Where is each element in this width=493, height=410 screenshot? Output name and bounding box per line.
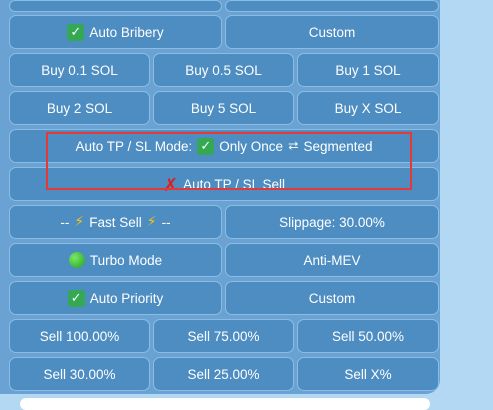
slippage-button[interactable]: Slippage: 30.00% (225, 205, 439, 239)
buy-0-5-sol-label: Buy 0.5 SOL (185, 62, 262, 78)
buy-x-sol-label: Buy X SOL (334, 100, 402, 116)
turbo-mode-label: Turbo Mode (89, 252, 163, 268)
fast-sell-button[interactable]: -- ⚡ Fast Sell ⚡ -- (9, 205, 222, 239)
buy-0-5-sol-button[interactable]: Buy 0.5 SOL (153, 53, 294, 87)
auto-bribery-label: Auto Bribery (89, 24, 164, 40)
sell-x-label: Sell X% (344, 366, 392, 382)
auto-priority-button[interactable]: ✓ Auto Priority (9, 281, 222, 315)
slippage-label: Slippage: 30.00% (279, 214, 385, 230)
cross-icon: ✗ (163, 174, 179, 196)
sell-30-button[interactable]: Sell 30.00% (9, 357, 150, 391)
buy-0-1-sol-button[interactable]: Buy 0.1 SOL (9, 53, 150, 87)
swap-arrows-icon: ⮂ (288, 138, 299, 154)
auto-tp-sl-sell-label: Auto TP / SL Sell (183, 176, 285, 192)
sell-75-button[interactable]: Sell 75.00% (153, 319, 294, 353)
turbo-mode-button[interactable]: Turbo Mode (9, 243, 222, 277)
partial-button-left[interactable] (9, 0, 222, 12)
bribery-custom-button[interactable]: Custom (225, 15, 439, 49)
priority-custom-button[interactable]: Custom (225, 281, 439, 315)
auto-tp-sl-sell-button[interactable]: ✗ Auto TP / SL Sell (9, 167, 439, 201)
anti-mev-label: Anti-MEV (303, 252, 361, 268)
sell-25-button[interactable]: Sell 25.00% (153, 357, 294, 391)
buy-5-sol-button[interactable]: Buy 5 SOL (153, 91, 294, 125)
auto-priority-label: Auto Priority (89, 290, 164, 306)
sell-50-button[interactable]: Sell 50.00% (297, 319, 439, 353)
sell-30-label: Sell 30.00% (43, 366, 116, 382)
sell-100-label: Sell 100.00% (39, 328, 120, 344)
anti-mev-button[interactable]: Anti-MEV (225, 243, 439, 277)
bribery-custom-label: Custom (308, 24, 356, 40)
auto-tp-sl-mode-button[interactable]: Auto TP / SL Mode: ✓ Only Once ⮂ Segment… (9, 129, 439, 163)
sell-100-button[interactable]: Sell 100.00% (9, 319, 150, 353)
sell-50-label: Sell 50.00% (331, 328, 405, 344)
fast-sell-label: Fast Sell (89, 214, 142, 230)
buy-2-sol-button[interactable]: Buy 2 SOL (9, 91, 150, 125)
lightning-icon: ⚡ (74, 214, 85, 230)
buy-5-sol-label: Buy 5 SOL (190, 100, 257, 116)
priority-custom-label: Custom (308, 290, 356, 306)
sell-75-label: Sell 75.00% (187, 328, 260, 344)
buy-2-sol-label: Buy 2 SOL (46, 100, 113, 116)
partial-button-right[interactable] (225, 0, 439, 12)
segmented-label: Segmented (303, 138, 373, 154)
buy-x-sol-button[interactable]: Buy X SOL (297, 91, 439, 125)
check-icon: ✓ (197, 137, 215, 155)
buy-0-1-sol-label: Buy 0.1 SOL (41, 62, 118, 78)
lightning-icon: ⚡ (146, 214, 157, 230)
auto-bribery-button[interactable]: ✓ Auto Bribery (9, 15, 222, 49)
input-bar-edge (20, 398, 430, 410)
check-icon: ✓ (67, 23, 85, 41)
green-circle-icon (68, 252, 85, 268)
only-once-label: Only Once (219, 138, 284, 154)
fast-sell-suffix: -- (161, 214, 171, 230)
sell-x-button[interactable]: Sell X% (297, 357, 439, 391)
fast-sell-prefix: -- (60, 214, 70, 230)
check-icon: ✓ (67, 289, 85, 307)
buy-1-sol-label: Buy 1 SOL (335, 62, 401, 78)
buy-1-sol-button[interactable]: Buy 1 SOL (297, 53, 439, 87)
sell-25-label: Sell 25.00% (187, 366, 260, 382)
auto-tp-sl-mode-label: Auto TP / SL Mode: (75, 138, 193, 154)
